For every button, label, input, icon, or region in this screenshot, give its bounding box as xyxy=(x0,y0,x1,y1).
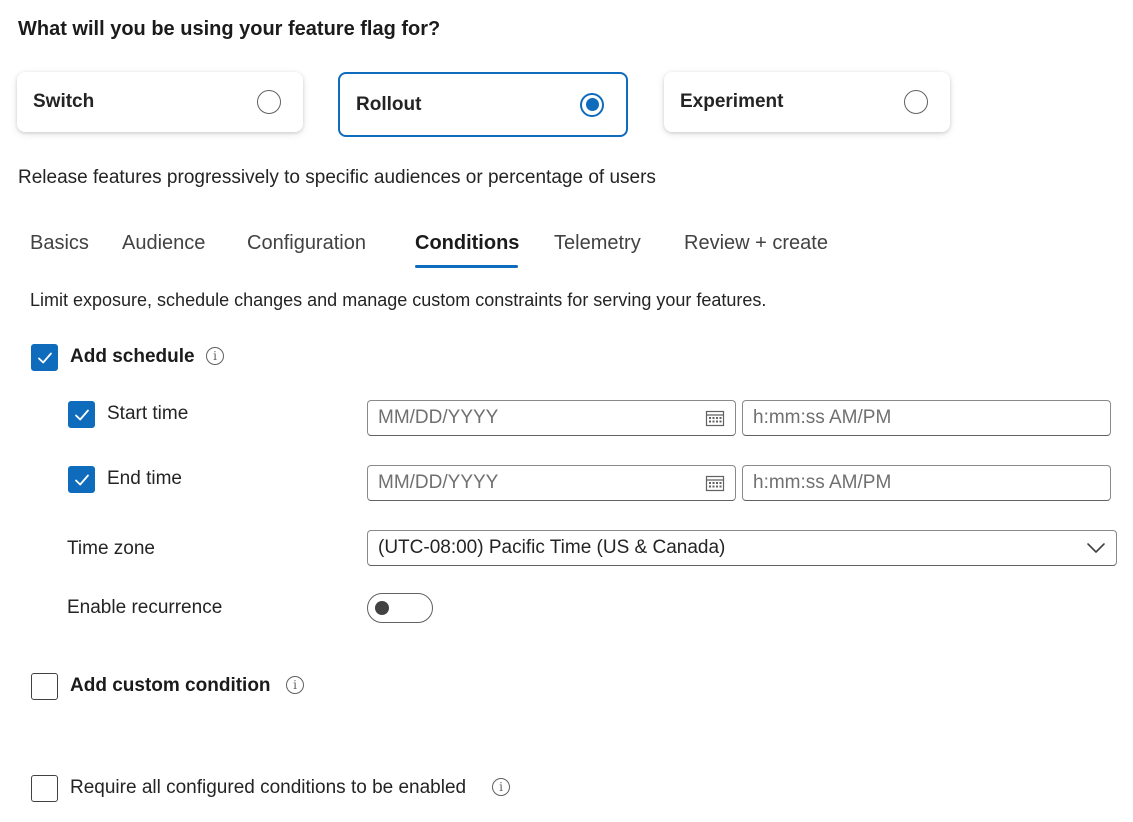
start-date-input[interactable] xyxy=(378,407,699,429)
start-time-field[interactable] xyxy=(742,400,1111,436)
tab-conditions[interactable]: Conditions xyxy=(415,232,519,255)
start-date-field[interactable] xyxy=(367,400,736,436)
require-all-conditions-checkbox[interactable] xyxy=(31,775,58,802)
end-time-checkbox[interactable] xyxy=(68,466,95,493)
info-icon[interactable]: i xyxy=(286,676,304,694)
start-time-label: Start time xyxy=(107,403,189,424)
radio-button[interactable] xyxy=(904,90,928,114)
radio-button[interactable] xyxy=(257,90,281,114)
tab-review-create[interactable]: Review + create xyxy=(684,232,828,255)
question-heading: What will you be using your feature flag… xyxy=(18,18,441,40)
option-description: Release features progressively to specif… xyxy=(18,167,656,188)
enable-recurrence-toggle[interactable] xyxy=(367,593,433,623)
calendar-icon[interactable] xyxy=(705,409,725,427)
time-zone-label: Time zone xyxy=(67,538,155,559)
end-date-field[interactable] xyxy=(367,465,736,501)
toggle-knob xyxy=(375,601,389,615)
checkmark-icon xyxy=(74,409,89,420)
checkmark-icon xyxy=(37,352,52,363)
add-schedule-checkbox[interactable] xyxy=(31,344,58,371)
enable-recurrence-label: Enable recurrence xyxy=(67,597,223,618)
info-icon[interactable]: i xyxy=(492,778,510,796)
require-all-conditions-label: Require all configured conditions to be … xyxy=(70,777,467,798)
tab-configuration[interactable]: Configuration xyxy=(247,232,366,255)
option-card-label: Rollout xyxy=(356,93,422,115)
checkmark-icon xyxy=(74,474,89,485)
time-zone-value: (UTC-08:00) Pacific Time (US & Canada) xyxy=(378,537,726,558)
active-tab-indicator xyxy=(415,265,518,268)
option-card-label: Experiment xyxy=(680,91,784,112)
option-card-experiment[interactable]: Experiment xyxy=(664,72,950,132)
option-card-switch[interactable]: Switch xyxy=(17,72,303,132)
add-custom-condition-checkbox[interactable] xyxy=(31,673,58,700)
time-zone-dropdown[interactable]: (UTC-08:00) Pacific Time (US & Canada) xyxy=(367,530,1117,566)
end-time-label: End time xyxy=(107,468,182,489)
start-time-checkbox[interactable] xyxy=(68,401,95,428)
radio-dot xyxy=(585,98,599,111)
radio-button-selected[interactable] xyxy=(580,92,604,117)
tab-audience[interactable]: Audience xyxy=(122,232,205,255)
add-custom-condition-label: Add custom condition xyxy=(70,675,271,696)
end-time-field[interactable] xyxy=(742,465,1111,501)
conditions-description: Limit exposure, schedule changes and man… xyxy=(30,290,767,310)
end-date-input[interactable] xyxy=(378,472,699,494)
start-time-input[interactable] xyxy=(753,407,1100,429)
tab-telemetry[interactable]: Telemetry xyxy=(554,232,641,255)
end-time-input[interactable] xyxy=(753,472,1100,494)
calendar-icon[interactable] xyxy=(705,474,725,492)
option-card-label: Switch xyxy=(33,91,95,112)
add-schedule-label: Add schedule xyxy=(70,346,195,367)
info-icon[interactable]: i xyxy=(206,347,224,365)
chevron-down-icon xyxy=(1087,543,1105,553)
tab-basics[interactable]: Basics xyxy=(30,232,89,255)
option-card-rollout[interactable]: Rollout xyxy=(338,72,628,137)
